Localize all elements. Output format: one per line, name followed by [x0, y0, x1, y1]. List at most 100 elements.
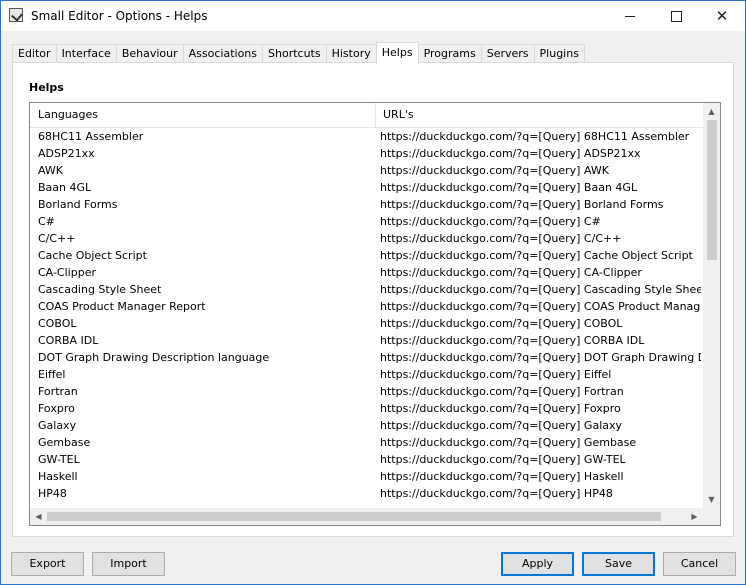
url-cell[interactable]: https://duckduckgo.com/?q=[Query] CA-Cli…	[380, 264, 701, 281]
table-row[interactable]: Baan 4GL https://duckduckgo.com/?q=[Query…	[30, 179, 703, 196]
scroll-left-icon[interactable]: ◀	[30, 508, 47, 525]
scrollbar-corner	[703, 508, 720, 525]
language-cell: Cache Object Script	[38, 249, 147, 262]
horizontal-scrollbar[interactable]: ◀ ▶	[30, 508, 703, 525]
close-button[interactable]: ✕	[699, 1, 745, 31]
language-cell: CA-Clipper	[38, 266, 96, 279]
scroll-right-icon[interactable]: ▶	[686, 508, 703, 525]
maximize-icon	[670, 10, 682, 22]
app-check-icon	[9, 8, 23, 22]
language-cell: CORBA IDL	[38, 334, 99, 347]
table-row[interactable]: CORBA IDL https://duckduckgo.com/?q=[Quer…	[30, 332, 703, 349]
tab-servers[interactable]: Servers	[480, 44, 535, 63]
language-cell: COAS Product Manager Report	[38, 300, 206, 313]
tab-history[interactable]: History	[325, 44, 377, 63]
url-cell[interactable]: https://duckduckgo.com/?q=[Query] COBOL	[380, 315, 701, 332]
save-button[interactable]: Save	[582, 552, 655, 576]
minimize-button[interactable]	[607, 1, 653, 31]
scroll-up-icon[interactable]: ▲	[703, 103, 720, 120]
table-row[interactable]: C# https://duckduckgo.com/?q=[Query] C#	[30, 213, 703, 230]
url-cell[interactable]: https://duckduckgo.com/?q=[Query] Gembas…	[380, 434, 701, 451]
url-cell[interactable]: https://duckduckgo.com/?q=[Query] Galaxy	[380, 417, 701, 434]
title-bar[interactable]: Small Editor - Options - Helps ✕	[1, 1, 745, 31]
url-cell[interactable]: https://duckduckgo.com/?q=[Query] GW-TEL	[380, 451, 701, 468]
horizontal-scroll-thumb[interactable]	[47, 512, 661, 521]
url-cell[interactable]: https://duckduckgo.com/?q=[Query] Eiffel	[380, 366, 701, 383]
table-row[interactable]: Foxpro https://duckduckgo.com/?q=[Query] …	[30, 400, 703, 417]
table-row[interactable]: CA-Clipper https://duckduckgo.com/?q=[Que…	[30, 264, 703, 281]
language-cell: Borland Forms	[38, 198, 118, 211]
table-row[interactable]: Eiffel https://duckduckgo.com/?q=[Query] …	[30, 366, 703, 383]
language-cell: Fortran	[38, 385, 78, 398]
tab-interface[interactable]: Interface	[55, 44, 117, 63]
table-row[interactable]: Fortran https://duckduckgo.com/?q=[Query]…	[30, 383, 703, 400]
tab-editor[interactable]: Editor	[12, 44, 57, 63]
url-cell[interactable]: https://duckduckgo.com/?q=[Query] AWK	[380, 162, 701, 179]
language-cell: Baan 4GL	[38, 181, 92, 194]
url-cell[interactable]: https://duckduckgo.com/?q=[Query] ADSP21…	[380, 145, 701, 162]
helps-table: Languages URL's 68HC11 Assembler https://…	[29, 102, 721, 526]
language-cell: Galaxy	[38, 419, 77, 432]
column-header-urls[interactable]: URL's	[375, 103, 703, 127]
tab-behaviour[interactable]: Behaviour	[115, 44, 184, 63]
language-cell: C#	[38, 215, 55, 228]
language-cell: C/C++	[38, 232, 76, 245]
table-row[interactable]: ADSP21xx https://duckduckgo.com/?q=[Query…	[30, 145, 703, 162]
apply-button[interactable]: Apply	[501, 552, 574, 576]
language-cell: HP48	[38, 487, 67, 500]
url-cell[interactable]: https://duckduckgo.com/?q=[Query] HP48	[380, 485, 701, 502]
url-cell[interactable]: https://duckduckgo.com/?q=[Query] Borlan…	[380, 196, 701, 213]
table-row[interactable]: GW-TEL https://duckduckgo.com/?q=[Query] …	[30, 451, 703, 468]
table-row[interactable]: C/C++ https://duckduckgo.com/?q=[Query] C…	[30, 230, 703, 247]
language-cell: Cascading Style Sheet	[38, 283, 162, 296]
import-button[interactable]: Import	[92, 552, 165, 576]
table-row[interactable]: 68HC11 Assembler https://duckduckgo.com/?…	[30, 128, 703, 145]
table-row[interactable]: Cache Object Script https://duckduckgo.co…	[30, 247, 703, 264]
vertical-scroll-thumb[interactable]	[707, 120, 717, 260]
table-row[interactable]: COBOL https://duckduckgo.com/?q=[Query] C…	[30, 315, 703, 332]
url-cell[interactable]: https://duckduckgo.com/?q=[Query] C#	[380, 213, 701, 230]
window-title: Small Editor - Options - Helps	[31, 9, 208, 23]
table-row[interactable]: AWK https://duckduckgo.com/?q=[Query] AWK	[30, 162, 703, 179]
tab-helps[interactable]: Helps	[375, 42, 419, 64]
table-row[interactable]: Cascading Style Sheet https://duckduckgo.…	[30, 281, 703, 298]
url-cell[interactable]: https://duckduckgo.com/?q=[Query] 68HC11…	[380, 128, 701, 145]
url-cell[interactable]: https://duckduckgo.com/?q=[Query] COAS P…	[380, 298, 701, 315]
language-cell: Haskell	[38, 470, 78, 483]
table-row[interactable]: HP48 https://duckduckgo.com/?q=[Query] HP…	[30, 485, 703, 502]
close-icon: ✕	[715, 7, 729, 25]
table-row[interactable]: COAS Product Manager Report https://duckd…	[30, 298, 703, 315]
tab-programs[interactable]: Programs	[417, 44, 482, 63]
table-row[interactable]: Borland Forms https://duckduckgo.com/?q=[…	[30, 196, 703, 213]
url-cell[interactable]: https://duckduckgo.com/?q=[Query] CORBA …	[380, 332, 701, 349]
language-cell: COBOL	[38, 317, 77, 330]
language-cell: GW-TEL	[38, 453, 80, 466]
url-cell[interactable]: https://duckduckgo.com/?q=[Query] DOT Gr…	[380, 349, 701, 366]
language-cell: 68HC11 Assembler	[38, 130, 144, 143]
url-cell[interactable]: https://duckduckgo.com/?q=[Query] C/C++	[380, 230, 701, 247]
vertical-scrollbar[interactable]: ▲ ▼	[703, 103, 720, 508]
table-row[interactable]: DOT Graph Drawing Description language ht…	[30, 349, 703, 366]
tab-plugins[interactable]: Plugins	[533, 44, 585, 63]
url-cell[interactable]: https://duckduckgo.com/?q=[Query] Cache …	[380, 247, 701, 264]
column-header-languages[interactable]: Languages	[30, 103, 376, 127]
tab-strip: Editor Interface Behaviour Associations Shor…	[12, 42, 585, 64]
url-cell[interactable]: https://duckduckgo.com/?q=[Query] Fortra…	[380, 383, 701, 400]
maximize-button[interactable]	[653, 1, 699, 31]
tab-shortcuts[interactable]: Shortcuts	[262, 44, 327, 63]
url-cell[interactable]: https://duckduckgo.com/?q=[Query] Cascad…	[380, 281, 701, 298]
scroll-down-icon[interactable]: ▼	[703, 491, 720, 508]
table-row[interactable]: Haskell https://duckduckgo.com/?q=[Query]…	[30, 468, 703, 485]
language-cell: Eiffel	[38, 368, 66, 381]
url-cell[interactable]: https://duckduckgo.com/?q=[Query] Baan 4…	[380, 179, 701, 196]
table-header: Languages URL's	[30, 103, 703, 128]
tab-associations[interactable]: Associations	[182, 44, 264, 63]
language-cell: DOT Graph Drawing Description language	[38, 351, 270, 364]
url-cell[interactable]: https://duckduckgo.com/?q=[Query] Haskel…	[380, 468, 701, 485]
table-row[interactable]: Gembase https://duckduckgo.com/?q=[Query]…	[30, 434, 703, 451]
url-cell[interactable]: https://duckduckgo.com/?q=[Query] Foxpro	[380, 400, 701, 417]
table-row[interactable]: Galaxy https://duckduckgo.com/?q=[Query] …	[30, 417, 703, 434]
cancel-button[interactable]: Cancel	[663, 552, 736, 576]
language-cell: AWK	[38, 164, 64, 177]
export-button[interactable]: Export	[11, 552, 84, 576]
